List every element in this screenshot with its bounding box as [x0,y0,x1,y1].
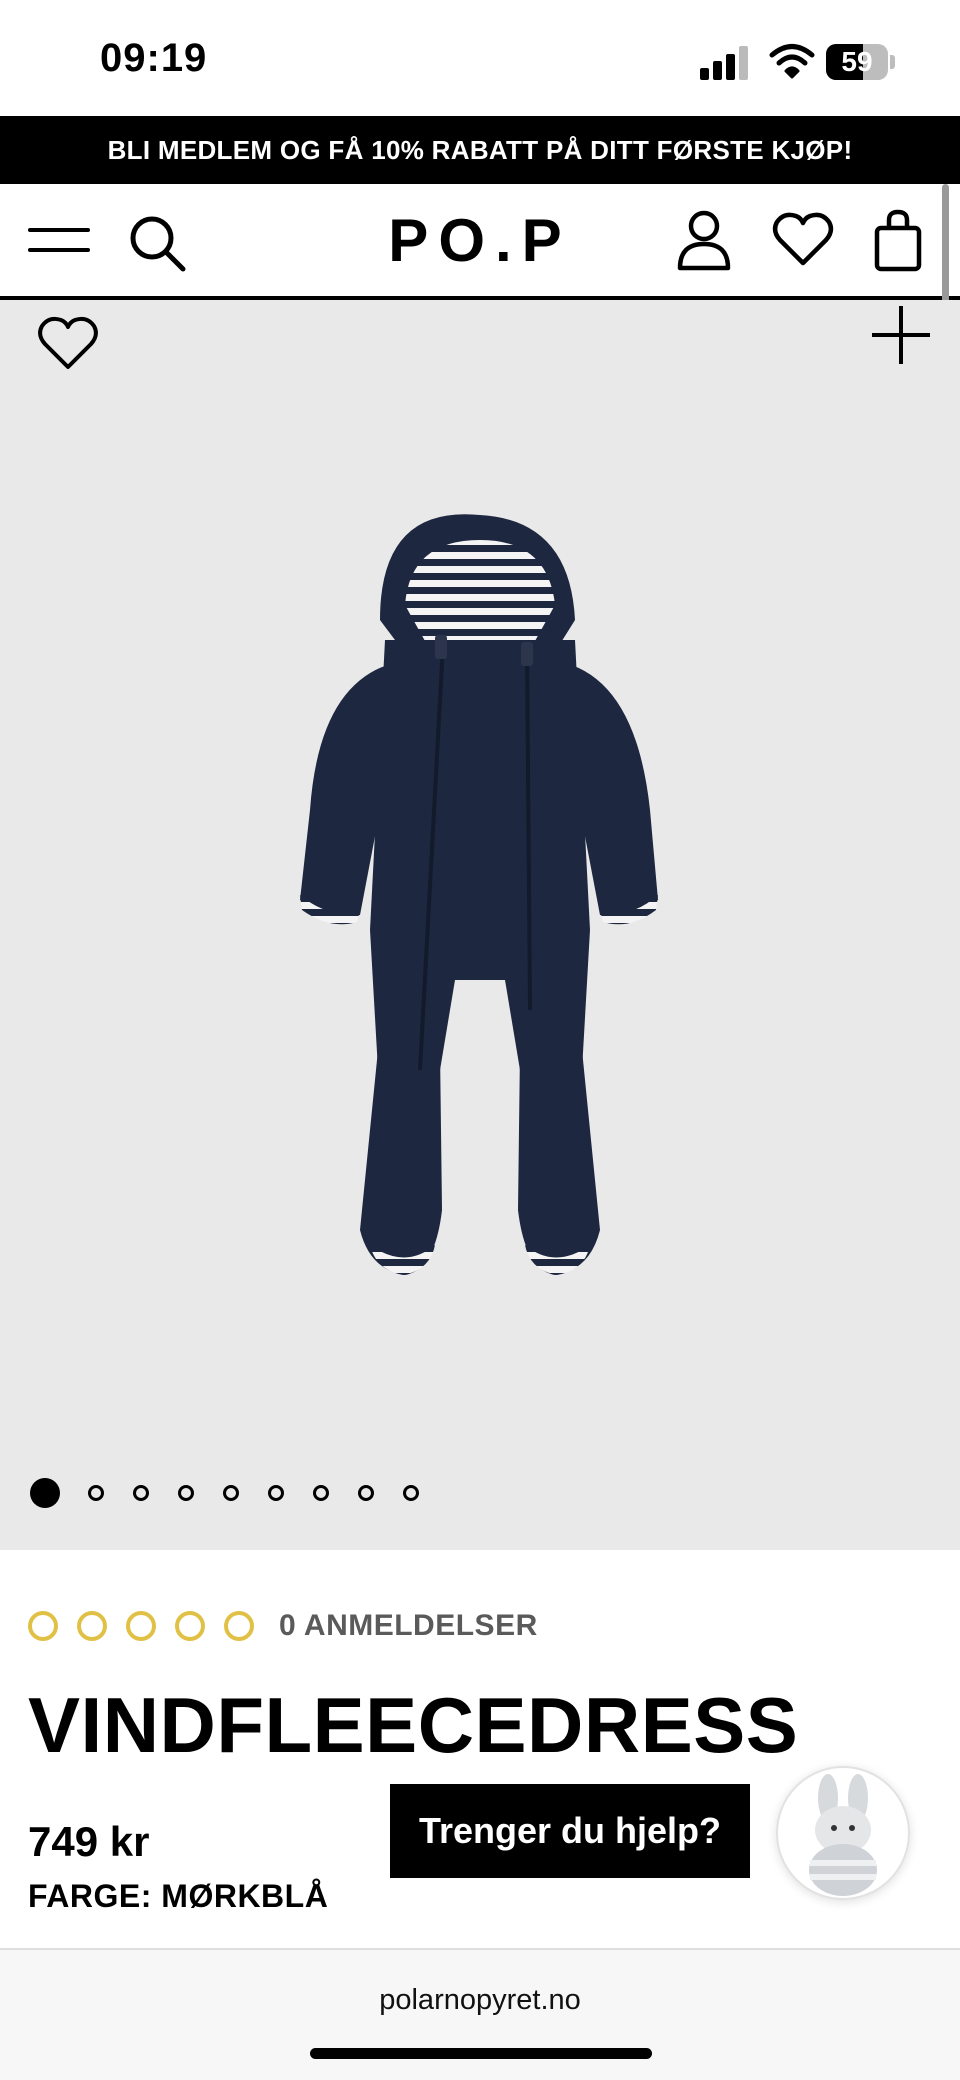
search-icon[interactable] [126,212,188,274]
account-icon[interactable] [676,208,732,272]
browser-address-bar: polarnopyret.no [0,1948,960,2080]
promo-banner[interactable]: BLI MEDLEM OG FÅ 10% RABATT PÅ DITT FØRS… [0,116,960,184]
product-image-gallery[interactable] [0,300,960,1550]
carousel-dot[interactable] [133,1485,149,1501]
rating-circle-icon [126,1611,156,1641]
home-indicator[interactable] [310,2048,652,2059]
rating-row[interactable]: 0 ANMELDELSER [28,1606,538,1646]
battery-icon: 59 [826,44,896,80]
rating-circle-icon [224,1611,254,1641]
help-chat-avatar[interactable] [776,1766,910,1900]
product-color: FARGE: MØRKBLÅ [28,1878,329,1914]
product-title: VINDFLEECEDRESS [28,1681,799,1769]
carousel-dot[interactable] [268,1485,284,1501]
browser-url[interactable]: polarnopyret.no [0,1984,960,2017]
rating-circle-icon [77,1611,107,1641]
wishlist-heart-icon[interactable] [772,210,834,268]
carousel-dot[interactable] [403,1485,419,1501]
battery-level: 59 [841,46,873,77]
carousel-dot[interactable] [313,1485,329,1501]
rating-circle-icon [175,1611,205,1641]
status-time: 09:19 [100,36,208,80]
hamburger-menu-icon[interactable] [28,220,90,260]
wifi-icon [769,44,815,79]
image-carousel-dots [30,1478,448,1508]
rating-circles [28,1611,273,1641]
cellular-signal-icon [700,46,752,80]
bunny-plush-icon [809,1774,877,1896]
carousel-dot[interactable] [30,1478,60,1508]
product-price: 749 kr [28,1818,150,1865]
expand-plus-icon[interactable] [868,302,934,368]
status-bar: 09:19 59 [0,0,960,116]
carousel-dot[interactable] [223,1485,239,1501]
product-photo-baby-fleece-suit [300,514,658,1275]
rating-circle-icon [28,1611,58,1641]
site-header: PO.P [0,184,960,300]
help-chat-button[interactable]: Trenger du hjelp? [390,1784,750,1878]
add-to-wishlist-heart-icon[interactable] [36,314,100,372]
carousel-dot[interactable] [88,1485,104,1501]
review-count[interactable]: 0 ANMELDELSER [279,1609,538,1643]
brand-logo[interactable]: PO.P [380,206,580,275]
shopping-bag-icon[interactable] [874,208,922,272]
carousel-dot[interactable] [178,1485,194,1501]
carousel-dot[interactable] [358,1485,374,1501]
